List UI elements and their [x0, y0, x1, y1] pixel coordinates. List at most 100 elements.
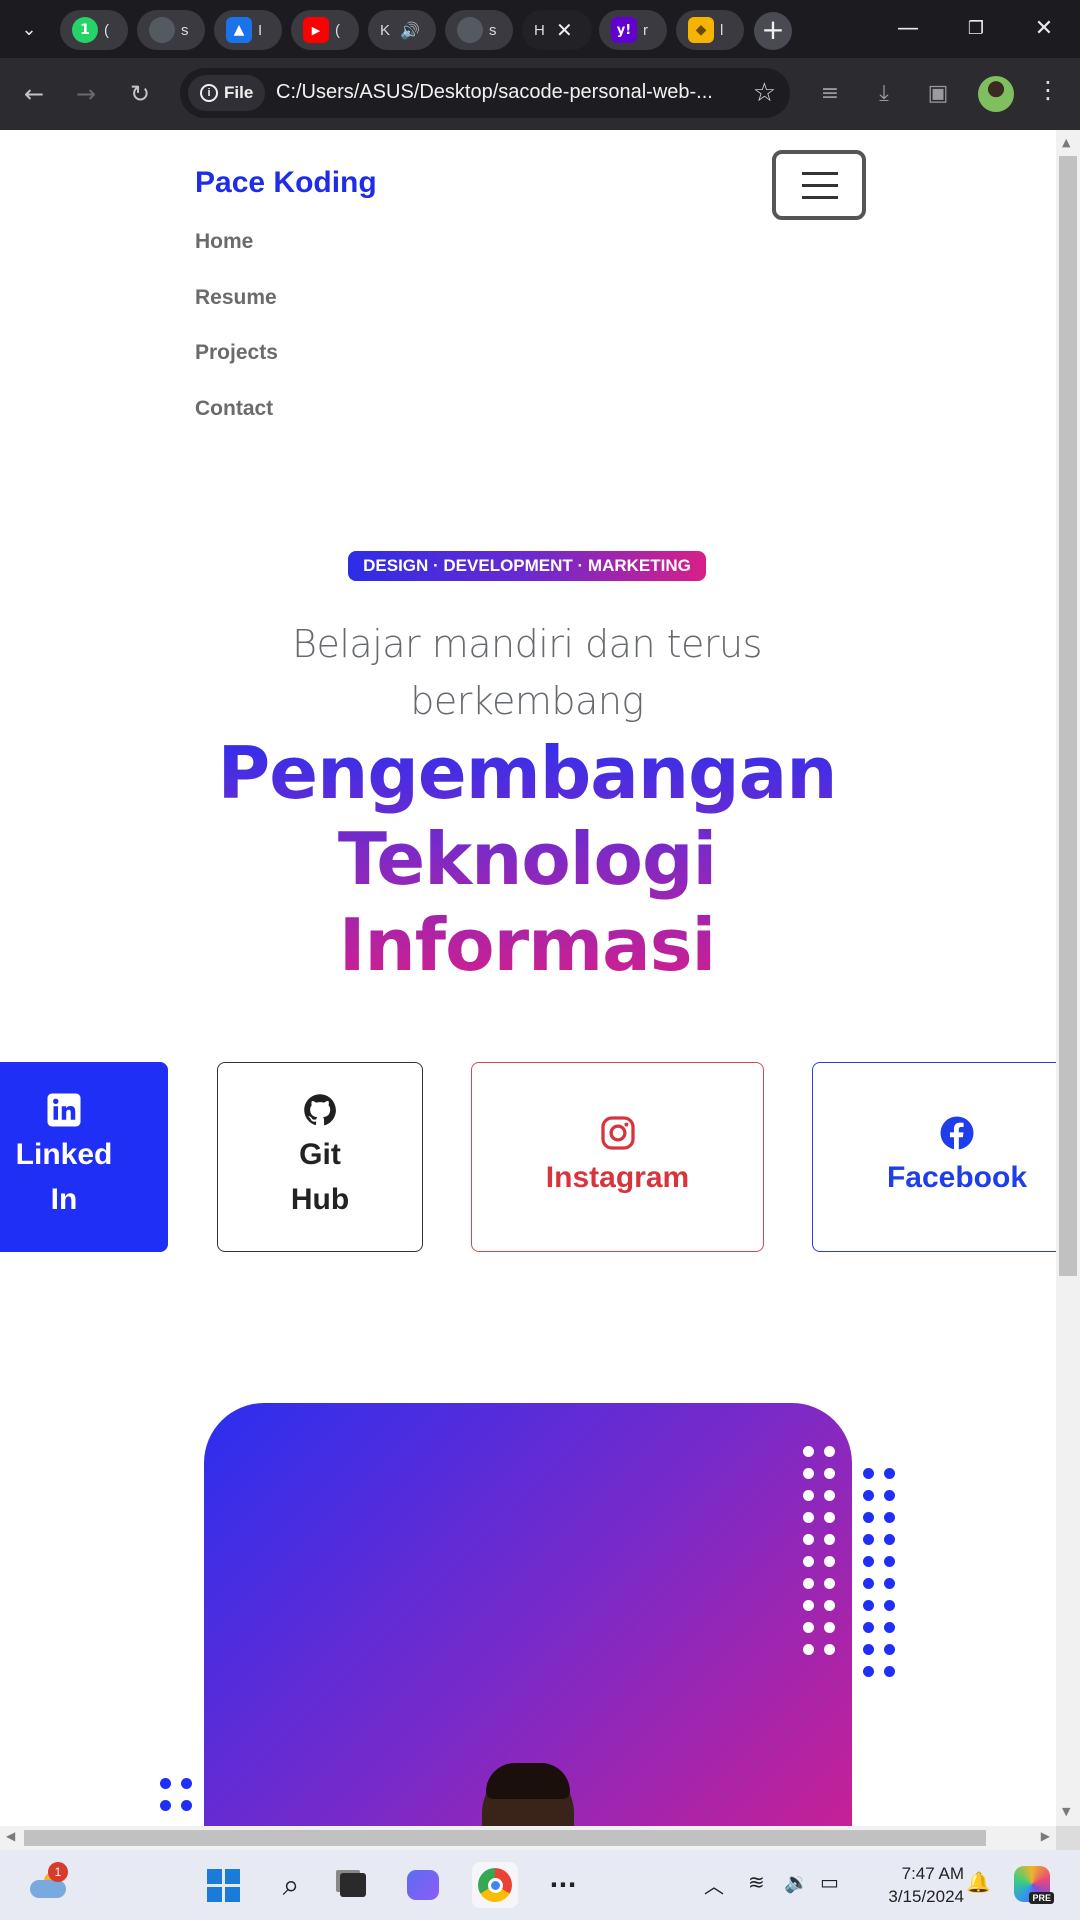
battery-icon[interactable]: ▭ — [820, 1870, 839, 1894]
decorative-dot — [884, 1468, 895, 1479]
weather-widget[interactable]: 1 — [26, 1862, 70, 1904]
decorative-dot — [884, 1578, 895, 1589]
decorative-dot — [803, 1578, 814, 1589]
scroll-left-arrow-icon[interactable]: ◀ — [6, 1829, 15, 1843]
chrome-taskbar-icon[interactable] — [472, 1862, 518, 1908]
decorative-dot — [803, 1556, 814, 1567]
contacts-icon: ▲ — [226, 17, 252, 43]
scroll-down-arrow-icon[interactable]: ▼ — [1062, 1805, 1070, 1818]
linkedin-icon — [47, 1093, 81, 1127]
side-panel-icon[interactable]: ▣ — [922, 78, 954, 110]
social-label: Linked — [15, 1138, 113, 1171]
profile-avatar[interactable] — [978, 76, 1014, 112]
search-icon[interactable]: ⌕ — [268, 1862, 314, 1908]
new-tab-button[interactable]: + — [754, 12, 792, 50]
hero-headline: Pengembangan Teknologi Informasi — [180, 730, 874, 988]
nav-link-contact[interactable]: Contact — [195, 397, 273, 421]
reload-icon[interactable]: ↻ — [120, 74, 160, 114]
browser-tab-youtube[interactable]: ▶ ( — [291, 10, 359, 50]
browser-tab-active[interactable]: H ✕ — [522, 10, 592, 50]
decorative-dot — [803, 1468, 814, 1479]
tab-label: ( — [335, 21, 340, 39]
github-icon — [304, 1094, 336, 1126]
browser-tab-audio[interactable]: K 🔊 — [368, 10, 436, 50]
scrollbar-corner — [1056, 1826, 1080, 1850]
windows-logo-icon — [206, 1868, 240, 1902]
url-text[interactable]: C:/Users/ASUS/Desktop/sacode-personal-we… — [276, 81, 713, 104]
download-icon[interactable]: ⤓ — [868, 78, 900, 110]
social-label: In — [50, 1183, 78, 1216]
start-button[interactable] — [200, 1862, 246, 1908]
nav-link-projects[interactable]: Projects — [195, 341, 278, 365]
decorative-dot — [863, 1556, 874, 1567]
browser-tab-whatsapp[interactable]: 1 ( — [60, 10, 128, 50]
show-hidden-icons-chevron[interactable]: ︿ — [704, 1870, 724, 1899]
decorative-dot — [824, 1578, 835, 1589]
stack-icon: ◆ — [688, 17, 714, 43]
browser-tab-bar: ⌄ 1 ( s ▲ I ▶ ( K 🔊 s H ✕ y! r ◆ l + — ❐… — [0, 0, 1080, 58]
tab-search-chevron-icon[interactable]: ⌄ — [14, 16, 44, 44]
copilot-icon[interactable]: PRE — [1014, 1866, 1054, 1904]
yahoo-icon: y! — [611, 17, 637, 43]
tab-label: H — [534, 21, 544, 39]
youtube-icon: ▶ — [303, 17, 329, 43]
decorative-dot — [181, 1800, 192, 1811]
instagram-button[interactable]: Instagram — [471, 1062, 764, 1252]
vertical-scroll-thumb[interactable] — [1059, 156, 1077, 1276]
browser-tab-github[interactable]: s — [137, 10, 205, 50]
headline-line: Pengembangan — [217, 731, 837, 815]
nav-link-resume[interactable]: Resume — [195, 286, 277, 310]
browser-tab-yahoo[interactable]: y! r — [599, 10, 667, 50]
more-apps-icon[interactable]: ··· — [540, 1862, 586, 1908]
bookmark-star-icon[interactable]: ☆ — [753, 78, 776, 108]
decorative-dot — [863, 1468, 874, 1479]
notification-bell-icon[interactable]: 🔔 — [966, 1870, 991, 1894]
browser-tab-stack[interactable]: ◆ l — [676, 10, 744, 50]
decorative-dot — [824, 1446, 835, 1457]
minimize-icon[interactable]: — — [888, 12, 928, 46]
hamburger-menu-button[interactable] — [772, 150, 866, 220]
decorative-dot — [824, 1556, 835, 1567]
decorative-dot — [863, 1578, 874, 1589]
close-window-icon[interactable]: ✕ — [1024, 12, 1064, 46]
restore-icon[interactable]: ❐ — [956, 12, 996, 46]
scroll-up-arrow-icon[interactable]: ▲ — [1062, 136, 1070, 149]
back-arrow-icon[interactable]: ← — [14, 74, 54, 114]
linkedin-button[interactable]: Linked In — [0, 1062, 168, 1252]
services-badge: DESIGN · DEVELOPMENT · MARKETING — [348, 551, 706, 581]
media-controls-icon[interactable]: ≡ — [814, 78, 846, 110]
instagram-icon — [600, 1115, 635, 1150]
decorative-dot — [824, 1490, 835, 1501]
facebook-button[interactable]: Facebook — [812, 1062, 1056, 1252]
system-clock[interactable]: 7:47 AM 3/15/2024 — [864, 1862, 964, 1908]
tab-label: r — [643, 21, 648, 39]
subheading-line: berkembang — [410, 679, 644, 723]
profile-photo-hair — [486, 1763, 570, 1799]
decorative-dot — [803, 1534, 814, 1545]
scroll-right-arrow-icon[interactable]: ▶ — [1041, 1829, 1050, 1843]
browser-tab-github-2[interactable]: s — [445, 10, 513, 50]
site-info-chip[interactable]: i File — [188, 75, 266, 111]
site-brand[interactable]: Pace Koding — [195, 166, 377, 200]
decorative-dot — [160, 1778, 171, 1789]
horizontal-scroll-thumb[interactable] — [24, 1830, 986, 1846]
volume-icon[interactable]: 🔉 — [784, 1870, 809, 1894]
wifi-icon[interactable]: ≋ — [748, 1870, 765, 1894]
close-tab-icon[interactable]: ✕ — [556, 18, 573, 42]
forward-arrow-icon[interactable]: → — [66, 74, 106, 114]
decorative-dot — [884, 1644, 895, 1655]
decorative-dot — [863, 1666, 874, 1677]
nav-link-home[interactable]: Home — [195, 230, 253, 254]
tab-label: l — [720, 21, 724, 39]
decorative-dot — [803, 1512, 814, 1523]
browser-menu-icon[interactable]: ⋮ — [1036, 76, 1060, 104]
meet-chat-icon[interactable] — [400, 1862, 446, 1908]
address-bar[interactable]: i File C:/Users/ASUS/Desktop/sacode-pers… — [180, 68, 790, 118]
github-button[interactable]: Git Hub — [217, 1062, 423, 1252]
decorative-dot — [803, 1622, 814, 1633]
decorative-dot — [863, 1490, 874, 1501]
horizontal-scrollbar[interactable]: ◀ ▶ — [0, 1826, 1056, 1850]
task-view-icon[interactable] — [330, 1862, 376, 1908]
browser-tab-contacts[interactable]: ▲ I — [214, 10, 282, 50]
vertical-scrollbar[interactable]: ▲ ▼ — [1056, 130, 1080, 1826]
